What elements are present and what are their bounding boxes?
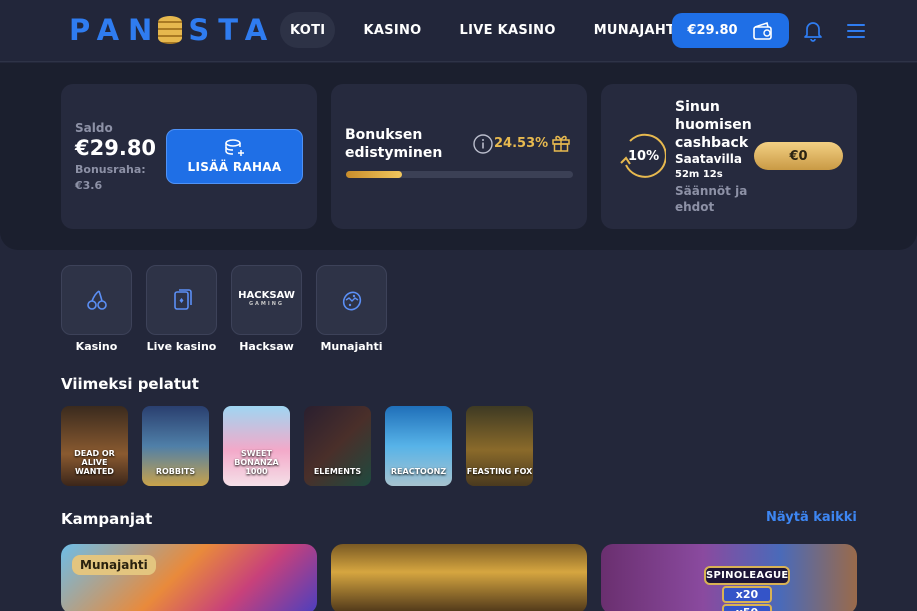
cashback-terms-link[interactable]: Säännöt ja ehdot	[675, 183, 755, 215]
spinoleague-label: SPINOLEAGUE	[704, 566, 790, 585]
panosta-logo[interactable]: PAN STA	[69, 13, 277, 47]
game-thumbnail[interactable]: REACTOONZ	[385, 406, 452, 486]
logo-text-start: PAN	[69, 13, 162, 47]
cashback-card: 10% Sinun huomisen cashback Saatavilla 5…	[601, 84, 857, 229]
game-title: SWEET BONANZA 1000	[234, 449, 279, 476]
hacksaw-logo: HACKSAW GAMING	[238, 291, 295, 309]
game-thumbnail[interactable]: FEASTING FOX	[466, 406, 533, 486]
category-label-munajahti: Munajahti	[320, 340, 383, 353]
category-tile-live-kasino[interactable]	[146, 265, 217, 335]
cashback-amount-button[interactable]: €0	[754, 142, 843, 170]
gift-icon	[552, 135, 570, 152]
bonus-progress-title: Bonuksen edistyminen	[345, 127, 443, 161]
spinoleague-badge: SPINOLEAGUE x20 x50	[704, 566, 790, 611]
nav-item-kasino[interactable]: KASINO	[353, 12, 431, 48]
top-header: PAN STA KOTI KASINO LIVE KASINO MUNAJAHTI…	[0, 0, 917, 62]
promo-card-egypt[interactable]	[331, 544, 587, 611]
balance-card: Saldo €29.80 Bonusraha: €3.6 LISÄÄ RAHAA	[61, 84, 317, 229]
egg-icon	[342, 291, 361, 311]
game-thumbnail[interactable]: ELEMENTS	[304, 406, 371, 486]
coins-plus-icon	[224, 139, 244, 156]
wallet-icon	[752, 21, 772, 40]
category-label-hacksaw: Hacksaw	[239, 340, 294, 353]
bonus-money-value: €3.6	[75, 179, 103, 192]
game-thumbnail[interactable]: ROBBITS	[142, 406, 209, 486]
game-title: ELEMENTS	[313, 467, 362, 476]
add-money-button[interactable]: LISÄÄ RAHAA	[166, 129, 303, 184]
cashback-title: Sinun huomisen cashback	[675, 99, 752, 151]
nav-item-koti[interactable]: KOTI	[280, 12, 336, 48]
spinoleague-multiplier-1: x20	[722, 586, 772, 603]
cashback-available: Saatavilla	[675, 152, 742, 166]
logo-text-end: STA	[188, 13, 277, 47]
hamburger-menu-icon[interactable]	[846, 23, 866, 39]
balance-button-label: €29.80	[687, 23, 738, 38]
promo-tag: Munajahti	[72, 555, 156, 575]
bonus-progress-fill	[346, 171, 402, 178]
hacksaw-logo-subtext: GAMING	[248, 301, 285, 307]
cashback-timer: 52m 12s	[675, 169, 723, 180]
main-nav: KOTI KASINO LIVE KASINO MUNAJAHTI	[280, 12, 690, 48]
bonus-progress-percent: 24.53%	[494, 136, 549, 151]
see-all-link[interactable]: Näytä kaikki	[766, 510, 857, 525]
game-thumbnail[interactable]: SWEET BONANZA 1000	[223, 406, 290, 486]
recently-played-title: Viimeksi pelatut	[61, 375, 199, 393]
game-title: REACTOONZ	[390, 467, 447, 476]
game-thumbnail[interactable]: DEAD OR ALIVE WANTED	[61, 406, 128, 486]
balance-button[interactable]: €29.80	[672, 13, 789, 48]
cards-icon	[173, 289, 192, 310]
category-label-live-kasino: Live kasino	[146, 340, 217, 353]
add-money-label: LISÄÄ RAHAA	[187, 160, 282, 174]
cashback-percent: 10%	[628, 149, 660, 164]
bell-icon[interactable]	[803, 20, 823, 42]
spinoleague-multiplier-2: x50	[722, 604, 772, 611]
category-tile-kasino[interactable]	[61, 265, 132, 335]
game-title: ROBBITS	[155, 467, 196, 476]
balance-value: €29.80	[75, 136, 157, 160]
bonus-progress-card: Bonuksen edistyminen 24.53%	[331, 84, 587, 229]
cherries-icon	[86, 290, 107, 310]
info-icon[interactable]	[473, 134, 493, 154]
game-title: FEASTING FOX	[466, 467, 533, 476]
balance-label: Saldo	[75, 121, 113, 135]
account-summary-panel: Saldo €29.80 Bonusraha: €3.6 LISÄÄ RAHAA…	[0, 63, 917, 250]
bonus-money-label: Bonusraha:	[75, 163, 146, 176]
category-label-kasino: Kasino	[75, 340, 118, 353]
bonus-progress-bar	[346, 171, 573, 178]
game-title: DEAD OR ALIVE WANTED	[74, 449, 115, 476]
nav-item-live-kasino[interactable]: LIVE KASINO	[450, 12, 566, 48]
category-tile-munajahti[interactable]	[316, 265, 387, 335]
promo-card-spinoleague[interactable]: SPINOLEAGUE x20 x50	[601, 544, 857, 611]
bonus-money: Bonusraha: €3.6	[75, 162, 155, 194]
campaigns-title: Kampanjat	[61, 510, 153, 528]
promo-card-munajahti[interactable]: Munajahti	[61, 544, 317, 611]
coin-stack-icon	[158, 16, 183, 44]
category-tile-hacksaw[interactable]: HACKSAW GAMING	[231, 265, 302, 335]
